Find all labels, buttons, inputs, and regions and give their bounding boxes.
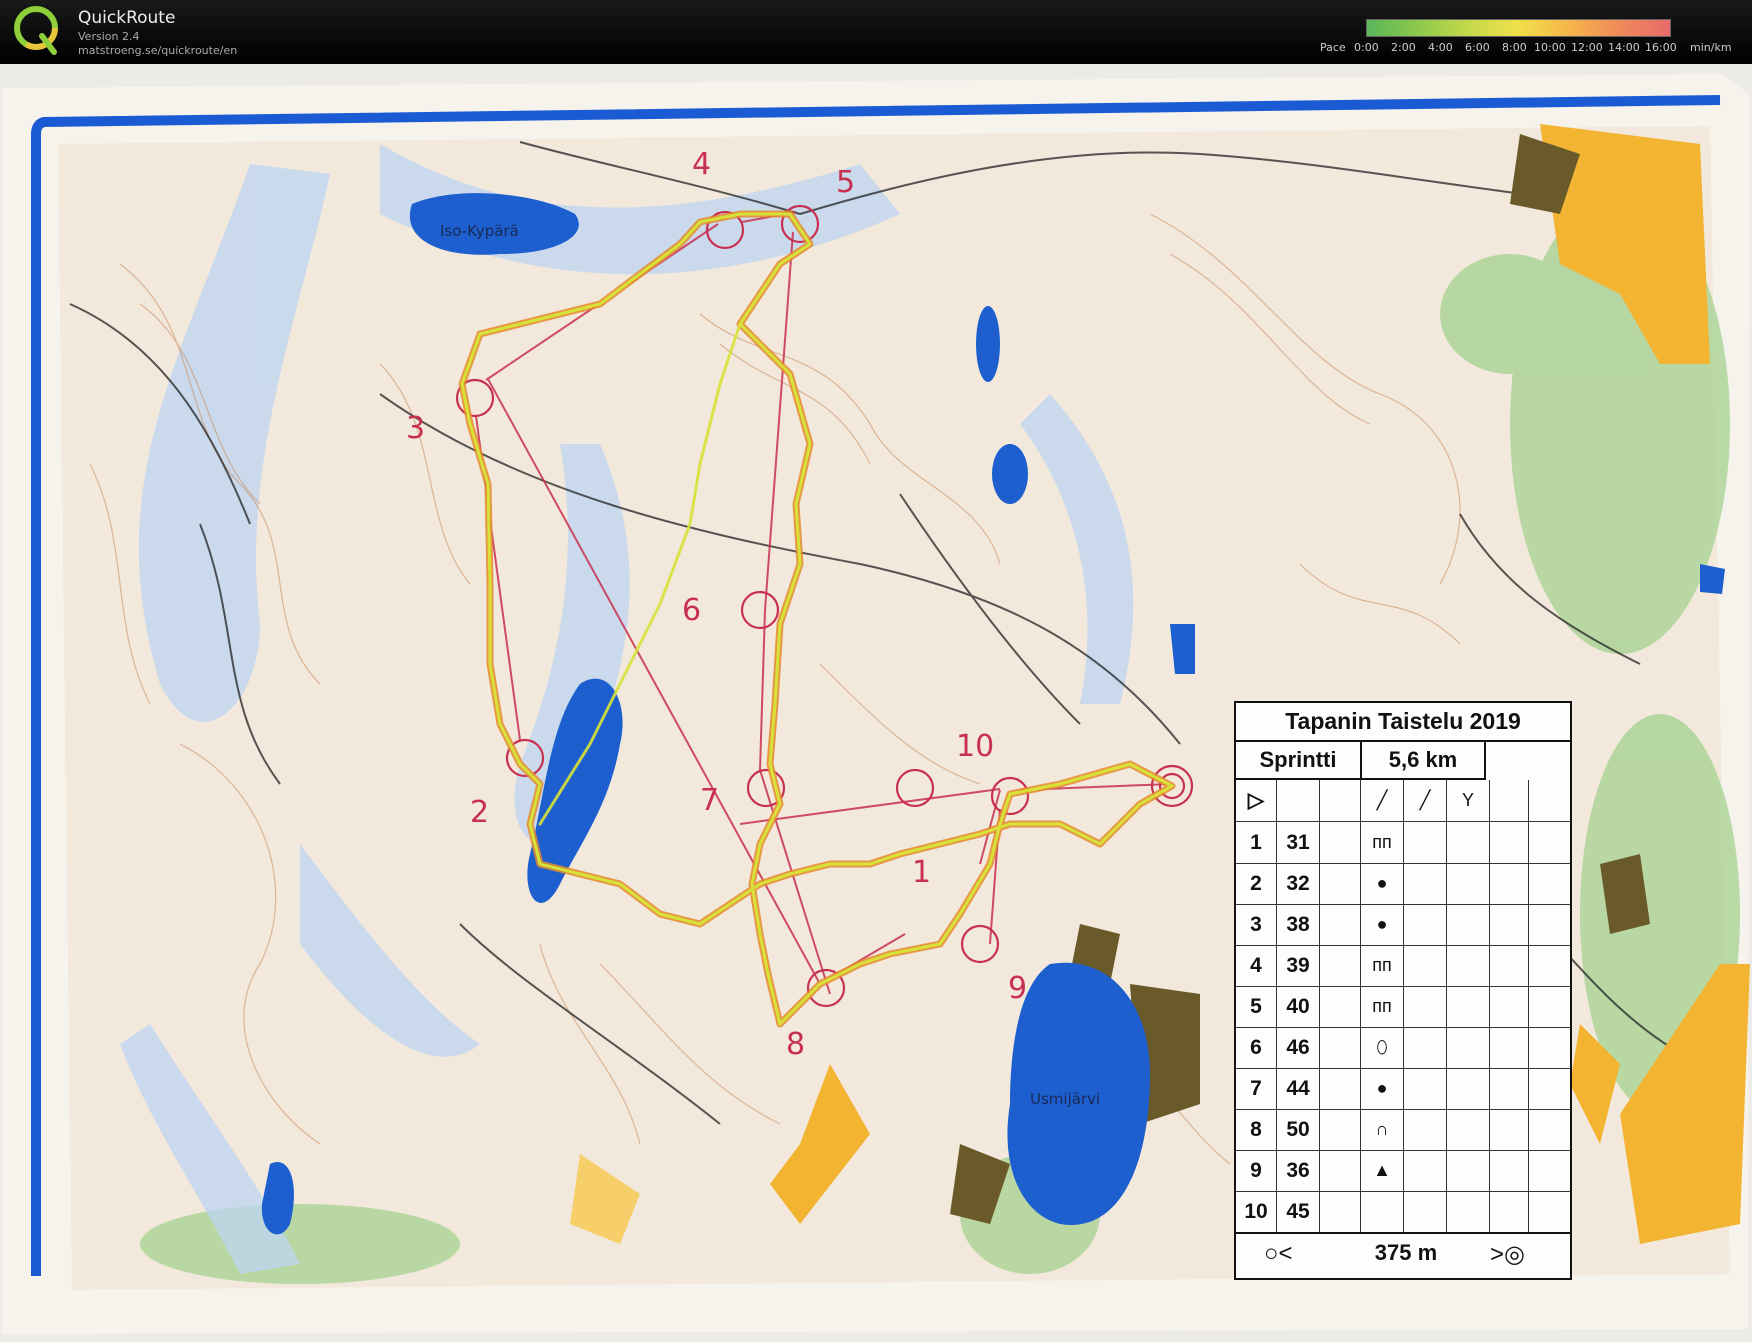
finish-distance: 375 m bbox=[1374, 1240, 1438, 1265]
control-row: 6 46 ⬯ bbox=[1236, 1027, 1570, 1069]
control-row-number: 7 bbox=[1236, 1068, 1277, 1109]
control-row-code: 46 bbox=[1277, 1027, 1320, 1068]
pace-tick: 14:00 bbox=[1608, 41, 1640, 54]
start-triangle-icon: ▷ bbox=[1236, 780, 1277, 821]
card-start-row: ▷ ╱ ╱ Y bbox=[1236, 780, 1570, 822]
control-row: 2 32 ● bbox=[1236, 863, 1570, 905]
control-row-code: 36 bbox=[1277, 1150, 1320, 1191]
app-version: Version 2.4 bbox=[78, 30, 140, 43]
pace-unit: min/km bbox=[1690, 41, 1732, 54]
control-row-code: 45 bbox=[1277, 1191, 1320, 1232]
control-feature-icon bbox=[1361, 1191, 1404, 1232]
control-row: 8 50 ∩ bbox=[1236, 1109, 1570, 1151]
control-row-code: 44 bbox=[1277, 1068, 1320, 1109]
control-row-number: 6 bbox=[1236, 1027, 1277, 1068]
control-row-number: 3 bbox=[1236, 904, 1277, 945]
control-row-number: 1 bbox=[1236, 822, 1277, 863]
control-row-code: 32 bbox=[1277, 863, 1320, 904]
control-row: 3 38 ● bbox=[1236, 904, 1570, 946]
control-feature-icon: ᴨᴨ bbox=[1361, 822, 1404, 863]
pace-color-scale bbox=[1366, 19, 1671, 37]
control-row-code: 40 bbox=[1277, 986, 1320, 1027]
control-feature-icon: ▲ bbox=[1361, 1150, 1404, 1191]
pace-tick: 6:00 bbox=[1465, 41, 1490, 54]
finish-end-icon: >◎ bbox=[1490, 1241, 1525, 1268]
app-url[interactable]: matstroeng.se/quickroute/en bbox=[78, 44, 237, 57]
control-number-4: 4 bbox=[692, 147, 711, 182]
control-row-code: 50 bbox=[1277, 1109, 1320, 1150]
pace-tick: 10:00 bbox=[1534, 41, 1566, 54]
pace-tick: 16:00 bbox=[1645, 41, 1677, 54]
control-row: 4 39 ᴨᴨ bbox=[1236, 945, 1570, 987]
control-feature-icon: ᴨᴨ bbox=[1361, 986, 1404, 1027]
finish-start-icon: ○< bbox=[1264, 1240, 1293, 1267]
control-feature-icon: ⬯ bbox=[1361, 1027, 1404, 1068]
pace-tick: 2:00 bbox=[1391, 41, 1416, 54]
control-number-7: 7 bbox=[700, 783, 719, 818]
slash-icon: ╱ bbox=[1404, 780, 1447, 821]
pace-tick: 12:00 bbox=[1571, 41, 1603, 54]
lake-label-iso-kypara: Iso-Kypärä bbox=[440, 222, 519, 240]
control-number-2: 2 bbox=[470, 795, 489, 830]
control-row-number: 5 bbox=[1236, 986, 1277, 1027]
control-row-number: 2 bbox=[1236, 863, 1277, 904]
card-title: Tapanin Taistelu 2019 bbox=[1236, 703, 1570, 742]
control-feature-icon: ● bbox=[1361, 904, 1404, 945]
pace-label: Pace bbox=[1320, 41, 1346, 54]
control-number-9: 9 bbox=[1008, 971, 1027, 1006]
app-header: QuickRoute Version 2.4 matstroeng.se/qui… bbox=[0, 0, 1752, 64]
control-row-code: 31 bbox=[1277, 822, 1320, 863]
control-row-number: 10 bbox=[1236, 1191, 1277, 1232]
control-feature-icon: ● bbox=[1361, 1068, 1404, 1109]
control-description-card: Tapanin Taistelu 2019 Sprintti 5,6 km ▷ … bbox=[1234, 701, 1572, 1280]
control-row-number: 9 bbox=[1236, 1150, 1277, 1191]
control-feature-icon: ● bbox=[1361, 863, 1404, 904]
control-row: 7 44 ● bbox=[1236, 1068, 1570, 1110]
control-number-3: 3 bbox=[406, 411, 425, 446]
control-row: 1 31 ᴨᴨ bbox=[1236, 822, 1570, 864]
map-canvas[interactable]: Iso-Kypärä Usmijärvi 1 2 3 4 5 6 7 8 9 1… bbox=[0, 64, 1752, 1342]
control-row-number: 8 bbox=[1236, 1109, 1277, 1150]
control-number-6: 6 bbox=[682, 593, 701, 628]
control-number-5: 5 bbox=[836, 165, 855, 200]
app-title: QuickRoute bbox=[78, 8, 176, 28]
slash-icon: ╱ bbox=[1361, 780, 1404, 821]
control-number-8: 8 bbox=[786, 1027, 805, 1062]
card-finish-row: ○< 375 m >◎ bbox=[1236, 1232, 1570, 1278]
control-number-1: 1 bbox=[912, 855, 931, 890]
control-feature-icon: ᴨᴨ bbox=[1361, 945, 1404, 986]
lake-label-usmijarvi: Usmijärvi bbox=[1030, 1090, 1100, 1108]
control-row: 5 40 ᴨᴨ bbox=[1236, 986, 1570, 1028]
card-class: Sprintti bbox=[1236, 741, 1362, 780]
control-feature-icon: ∩ bbox=[1361, 1109, 1404, 1150]
pace-tick: 4:00 bbox=[1428, 41, 1453, 54]
control-row-code: 39 bbox=[1277, 945, 1320, 986]
pace-tick: 0:00 bbox=[1354, 41, 1379, 54]
control-row: 9 36 ▲ bbox=[1236, 1150, 1570, 1192]
quickroute-logo bbox=[14, 6, 58, 55]
pace-tick: 8:00 bbox=[1502, 41, 1527, 54]
card-length: 5,6 km bbox=[1362, 741, 1486, 780]
control-number-10: 10 bbox=[956, 729, 994, 764]
control-row-code: 38 bbox=[1277, 904, 1320, 945]
card-cell bbox=[1277, 780, 1320, 821]
fork-icon: Y bbox=[1447, 780, 1490, 821]
control-row-number: 4 bbox=[1236, 945, 1277, 986]
control-row: 10 45 bbox=[1236, 1191, 1570, 1233]
